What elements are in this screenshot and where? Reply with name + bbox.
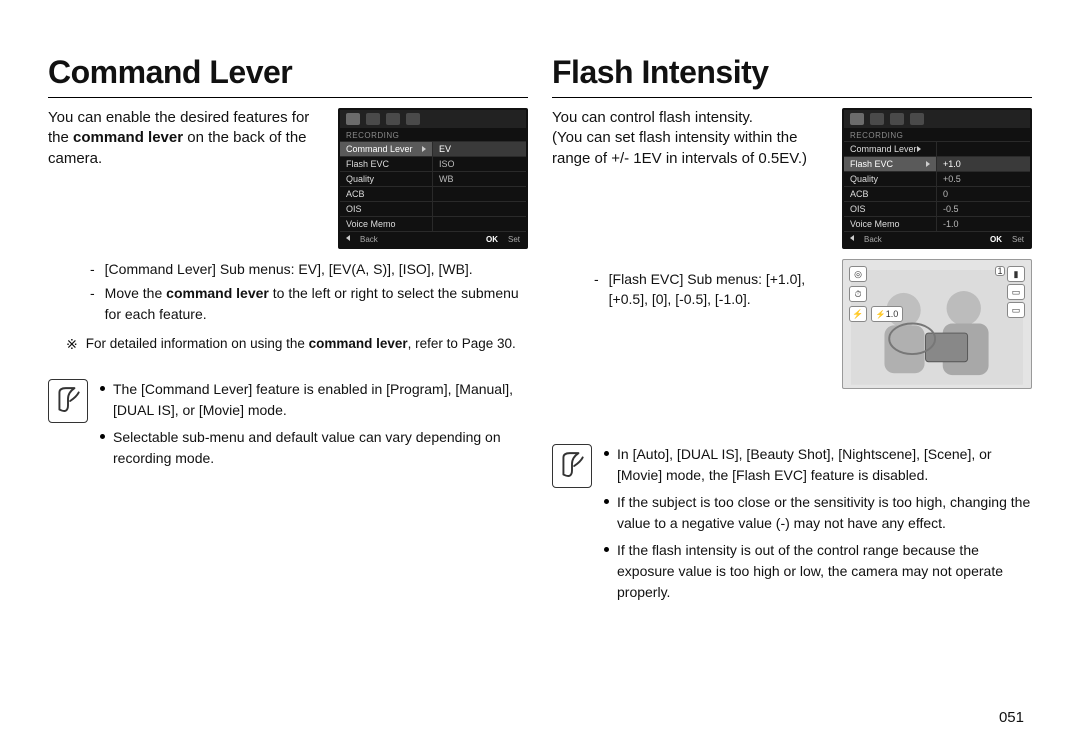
menu-row: Command LeverEV <box>340 141 526 156</box>
camera-icon <box>346 113 360 125</box>
list-item: In [Auto], [DUAL IS], [Beauty Shot], [Ni… <box>604 444 1032 486</box>
menu-row: Quality+0.5 <box>844 171 1030 186</box>
right-column: Flash Intensity You can control flash in… <box>552 54 1032 722</box>
menu-footer: BackOKSet <box>340 231 526 247</box>
note-icon <box>48 379 88 423</box>
menu-row: Flash EVCISO <box>340 156 526 171</box>
list-item: [Flash EVC] Sub menus: [+1.0], [+0.5], [… <box>594 269 832 310</box>
list-item: If the subject is too close or the sensi… <box>604 492 1032 534</box>
list-item: Selectable sub-menu and default value ca… <box>100 427 528 469</box>
counter-icon: 1 <box>995 266 1005 276</box>
menu-row: QualityWB <box>340 171 526 186</box>
camera-icon <box>850 113 864 125</box>
photo-illustration <box>851 270 1023 385</box>
intro-row-right: You can control flash intensity. (You ca… <box>552 108 1032 389</box>
menu-section-label: RECORDING <box>844 128 1030 141</box>
menu-footer: BackOKSet <box>844 231 1030 247</box>
left-column: Command Lever You can enable the desired… <box>48 54 528 722</box>
chevron-left-icon <box>850 235 854 241</box>
chevron-left-icon <box>346 235 350 241</box>
sample-photo: ◎ ⏱ ⚡ ⚡1.0 1 ▮ ▭ ▭ <box>842 259 1032 389</box>
divider <box>48 97 528 98</box>
intro-row-left: You can enable the desired features for … <box>48 108 528 249</box>
submenu-list-left: [Command Lever] Sub menus: EV], [EV(A, S… <box>48 259 528 328</box>
chevron-right-icon <box>422 146 426 152</box>
display-icon <box>890 113 904 125</box>
intro-text-right: You can control flash intensity. (You ca… <box>552 108 830 169</box>
sound-icon <box>366 113 380 125</box>
submenu-list-right: [Flash EVC] Sub menus: [+1.0], [+0.5], [… <box>552 269 832 314</box>
camera-menu-screenshot-left: RECORDING Command LeverEV Flash EVCISO Q… <box>338 108 528 249</box>
chevron-right-icon <box>926 161 930 167</box>
quality-icon: ▭ <box>1007 302 1025 318</box>
heading-command-lever: Command Lever <box>48 54 528 91</box>
note-bullets-right: In [Auto], [DUAL IS], [Beauty Shot], [Ni… <box>604 444 1032 609</box>
display-icon <box>386 113 400 125</box>
battery-icon: ▮ <box>1007 266 1025 282</box>
list-item: Move the command lever to the left or ri… <box>90 283 528 324</box>
menu-row: Flash EVC+1.0 <box>844 156 1030 171</box>
camera-menu-screenshot-right: RECORDING Command Lever Flash EVC+1.0 Qu… <box>842 108 1032 249</box>
footnote-line: For detailed information on using the co… <box>48 336 528 353</box>
menu-row: Command Lever <box>844 141 1030 156</box>
intro-bold: command lever <box>73 129 183 146</box>
page-number: 051 <box>999 709 1024 726</box>
flash-icon: ⚡ <box>849 306 867 322</box>
menu-row: Voice Memo-1.0 <box>844 216 1030 231</box>
divider <box>552 97 1032 98</box>
list-item: The [Command Lever] feature is enabled i… <box>100 379 528 421</box>
menu-row: Voice Memo <box>340 216 526 231</box>
menu-topbar <box>844 110 1030 128</box>
manual-page: Command Lever You can enable the desired… <box>0 0 1080 746</box>
intro-text-left: You can enable the desired features for … <box>48 108 326 169</box>
camera-mode-icon: ◎ <box>849 266 867 282</box>
menu-row: ACB0 <box>844 186 1030 201</box>
note-bullets-left: The [Command Lever] feature is enabled i… <box>100 379 528 475</box>
chevron-right-icon <box>917 146 921 152</box>
settings-icon <box>910 113 924 125</box>
flash-value-badge: ⚡1.0 <box>871 306 903 322</box>
menu-topbar <box>340 110 526 128</box>
note-icon <box>552 444 592 488</box>
timer-icon: ⏱ <box>849 286 867 302</box>
menu-row: OIS-0.5 <box>844 201 1030 216</box>
menu-row: OIS <box>340 201 526 216</box>
list-item: If the flash intensity is out of the con… <box>604 540 1032 603</box>
note-box-right: In [Auto], [DUAL IS], [Beauty Shot], [Ni… <box>552 444 1032 609</box>
menu-row: ACB <box>340 186 526 201</box>
right-images: RECORDING Command Lever Flash EVC+1.0 Qu… <box>842 108 1032 389</box>
menu-section-label: RECORDING <box>340 128 526 141</box>
note-box-left: The [Command Lever] feature is enabled i… <box>48 379 528 475</box>
heading-flash-intensity: Flash Intensity <box>552 54 1032 91</box>
size-icon: ▭ <box>1007 284 1025 300</box>
settings-icon <box>406 113 420 125</box>
sound-icon <box>870 113 884 125</box>
list-item: [Command Lever] Sub menus: EV], [EV(A, S… <box>90 259 528 279</box>
